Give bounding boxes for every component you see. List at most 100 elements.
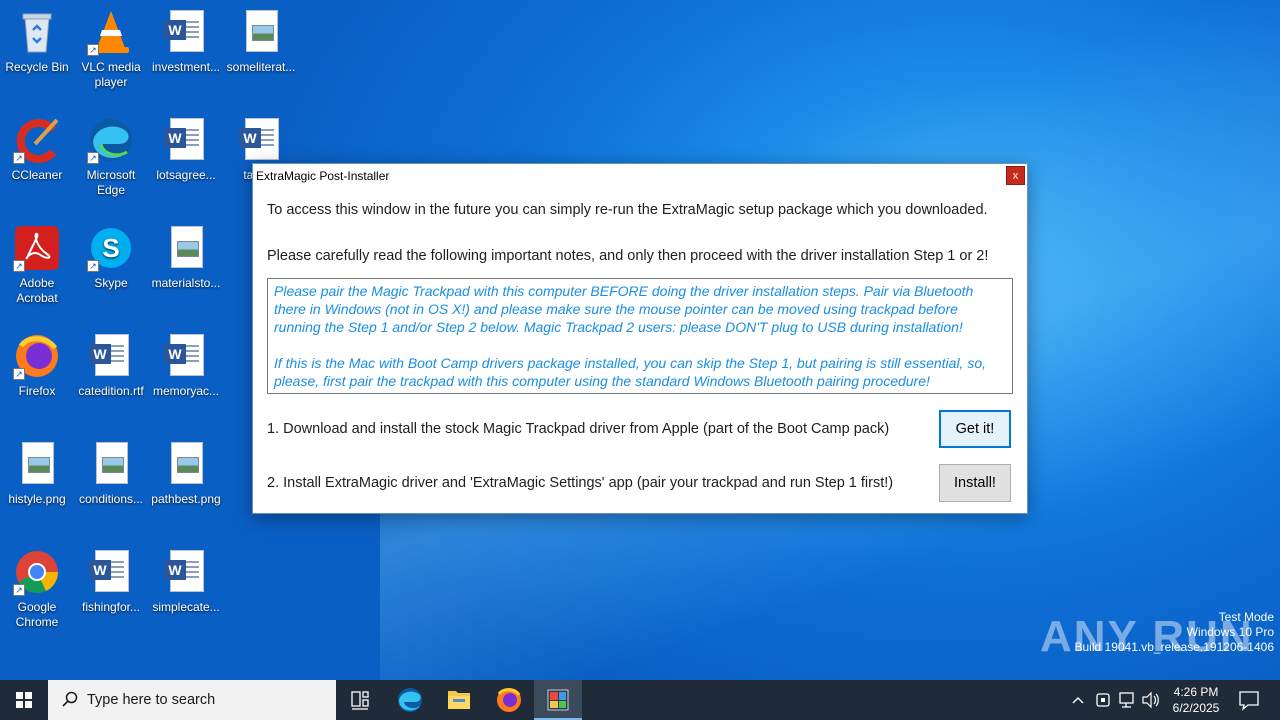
folder-icon: [448, 691, 470, 709]
vlc-icon: ↗: [87, 8, 135, 56]
desktop-icon-label: pathbest.png: [151, 492, 221, 506]
install-button[interactable]: Install!: [939, 464, 1011, 502]
desktop-icon-label: fishingfor...: [81, 600, 141, 614]
image-file-icon: [13, 440, 61, 488]
clock-date: 6/2/2025: [1172, 701, 1220, 715]
desktop-icon-memoryac[interactable]: W memoryac...: [149, 326, 223, 399]
dialog-title: ExtraMagic Post-Installer: [256, 169, 390, 183]
show-hidden-icons-button[interactable]: [1066, 680, 1090, 720]
desktop-icon-catedition[interactable]: W catedition.rtf: [74, 326, 148, 399]
word-document-icon: W: [87, 548, 135, 596]
step1-text: 1. Download and install the stock Magic …: [267, 421, 890, 437]
desktop-icon-materialsto[interactable]: materialsto...: [149, 218, 223, 291]
desktop-icon-skype[interactable]: S ↗ Skype: [74, 218, 148, 291]
note-paragraph: Please pair the Magic Trackpad with this…: [274, 283, 974, 335]
shortcut-arrow-icon: ↗: [87, 44, 99, 56]
desktop-icon-someliterat[interactable]: someliterat...: [224, 2, 298, 75]
desktop-icon-simplecate[interactable]: W simplecate...: [149, 542, 223, 615]
firefox-icon: ↗: [13, 332, 61, 380]
image-file-icon: [237, 8, 285, 56]
word-document-icon: W: [162, 8, 210, 56]
watermark-line: Windows 10 Pro: [1186, 625, 1274, 639]
desktop-icon-label: Microsoft Edge: [86, 168, 136, 197]
task-view-icon: [351, 691, 369, 710]
desktop-icon-label: simplecate...: [152, 600, 220, 614]
skype-icon: S ↗: [87, 224, 135, 272]
ccleaner-icon: ↗: [13, 116, 61, 164]
firefox-icon: [497, 688, 521, 712]
desktop-icon-investment[interactable]: W investment...: [149, 2, 223, 75]
desktop-icon-label: VLC media player: [81, 60, 141, 89]
device-icon: [1096, 693, 1110, 707]
image-file-icon: [87, 440, 135, 488]
instruction-text: Please carefully read the following impo…: [267, 248, 989, 264]
watermark-line: Build 19041.vb_release.191206-1406: [1074, 640, 1275, 654]
tray-network-button[interactable]: [1116, 680, 1138, 720]
installer-app-icon: [547, 689, 569, 711]
desktop-icon-vlc[interactable]: ↗ VLC media player: [74, 2, 148, 90]
action-center-button[interactable]: [1234, 680, 1264, 720]
taskbar: Type here to search 4:26 PM 6/2/2025: [0, 680, 1280, 720]
shortcut-arrow-icon: ↗: [13, 260, 25, 272]
taskbar-firefox[interactable]: [485, 680, 533, 720]
task-view-button[interactable]: [336, 680, 384, 720]
desktop-icon-recycle-bin[interactable]: Recycle Bin: [0, 2, 74, 75]
network-icon: [1119, 692, 1134, 708]
notes-box[interactable]: Please pair the Magic Trackpad with this…: [267, 278, 1013, 394]
chrome-icon: ↗: [13, 548, 61, 596]
shortcut-arrow-icon: ↗: [87, 152, 99, 164]
taskbar-file-explorer[interactable]: [435, 680, 483, 720]
get-it-button[interactable]: Get it!: [939, 410, 1011, 448]
shortcut-arrow-icon: ↗: [13, 152, 25, 164]
search-placeholder: Type here to search: [87, 692, 216, 708]
dialog-titlebar[interactable]: ExtraMagic Post-Installer x: [253, 164, 1027, 188]
notification-icon: [1239, 691, 1259, 711]
tray-volume-button[interactable]: [1140, 680, 1162, 720]
word-document-icon: W: [162, 548, 210, 596]
desktop-icon-label: investment...: [151, 60, 221, 74]
desktop-icon-label: Skype: [94, 276, 128, 290]
clock-time: 4:26 PM: [1173, 685, 1219, 699]
intro-text: To access this window in the future you …: [267, 202, 988, 218]
shortcut-arrow-icon: ↗: [13, 368, 25, 380]
desktop-icon-label: lotsagree...: [156, 168, 216, 182]
desktop-icon-label: materialsto...: [151, 276, 221, 290]
svg-text:S: S: [102, 233, 119, 263]
desktop-icon-firefox[interactable]: ↗ Firefox: [0, 326, 74, 399]
desktop-icon-label: Adobe Acrobat: [16, 276, 58, 305]
desktop-icon-lotsagree[interactable]: W lotsagree...: [149, 110, 223, 183]
recycle-bin-icon: [13, 8, 61, 56]
extramagic-dialog: ExtraMagic Post-Installer x To access th…: [252, 163, 1028, 514]
taskbar-extramagic-installer[interactable]: [534, 680, 582, 720]
shortcut-arrow-icon: ↗: [87, 260, 99, 272]
desktop-icon-conditions[interactable]: conditions...: [74, 434, 148, 507]
edge-icon: [398, 688, 422, 712]
word-document-icon: W: [162, 332, 210, 380]
desktop-icon-label: CCleaner: [11, 168, 63, 182]
taskbar-clock[interactable]: 4:26 PM 6/2/2025: [1166, 684, 1226, 716]
taskbar-search-box[interactable]: Type here to search: [48, 680, 336, 720]
desktop-icon-label: conditions...: [78, 492, 144, 506]
desktop-icon-fishingfor[interactable]: W fishingfor...: [74, 542, 148, 615]
step2-text: 2. Install ExtraMagic driver and 'ExtraM…: [267, 475, 894, 491]
search-icon: [62, 691, 78, 707]
desktop-icon-histyle[interactable]: histyle.png: [0, 434, 74, 507]
desktop-icon-adobe-acrobat[interactable]: ↗ Adobe Acrobat: [0, 218, 74, 306]
desktop-icon-pathbest[interactable]: pathbest.png: [149, 434, 223, 507]
desktop-icon-google-chrome[interactable]: ↗ Google Chrome: [0, 542, 74, 630]
volume-icon: [1142, 691, 1159, 709]
tray-device-button[interactable]: [1092, 680, 1114, 720]
desktop-icon-label: Recycle Bin: [5, 60, 69, 74]
desktop-icon-microsoft-edge[interactable]: ↗ Microsoft Edge: [74, 110, 148, 198]
note-paragraph: If this is the Mac with Boot Camp driver…: [274, 355, 987, 389]
desktop-icon-label: someliterat...: [226, 60, 296, 74]
windows-logo-icon: [16, 692, 32, 708]
desktop-icon-label: catedition.rtf: [78, 384, 144, 398]
image-file-icon: [162, 440, 210, 488]
taskbar-edge[interactable]: [386, 680, 434, 720]
start-button[interactable]: [0, 680, 48, 720]
word-document-icon: W: [162, 116, 210, 164]
desktop-icon-label: histyle.png: [8, 492, 66, 506]
desktop-icon-ccleaner[interactable]: ↗ CCleaner: [0, 110, 74, 183]
close-button[interactable]: x: [1006, 166, 1025, 185]
